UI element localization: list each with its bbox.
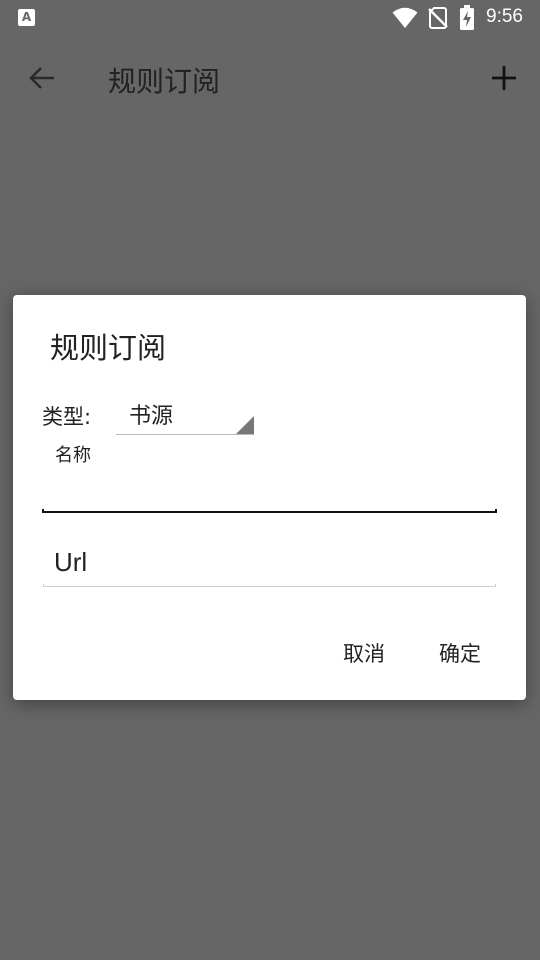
app-toolbar: 规则订阅 xyxy=(0,36,540,120)
dropdown-triangle-icon xyxy=(236,416,254,434)
clock: 9:56 xyxy=(486,6,523,27)
url-input[interactable] xyxy=(43,539,496,585)
cancel-button[interactable]: 取消 xyxy=(343,638,385,668)
add-button[interactable] xyxy=(484,58,524,98)
wifi-icon xyxy=(392,7,418,28)
battery-charging-icon xyxy=(460,5,474,30)
app-notification-icon: A xyxy=(18,9,35,26)
name-input[interactable] xyxy=(42,465,497,512)
status-bar: A 9:56 xyxy=(0,0,540,36)
dialog-title: 规则订阅 xyxy=(50,331,167,365)
url-input-underline xyxy=(43,584,496,587)
no-sim-icon xyxy=(428,7,448,29)
rule-subscription-dialog: 规则订阅 类型: 书源 名称 取消 确定 xyxy=(13,295,526,700)
confirm-button[interactable]: 确定 xyxy=(439,638,481,668)
name-input-underline xyxy=(42,509,497,513)
arrow-back-icon xyxy=(29,67,54,89)
page-title: 规则订阅 xyxy=(108,65,221,98)
name-floating-label: 名称 xyxy=(55,445,91,466)
type-label: 类型: xyxy=(42,405,92,429)
type-selected-value: 书源 xyxy=(129,404,174,429)
back-button[interactable] xyxy=(22,58,62,98)
type-spinner[interactable]: 书源 xyxy=(116,393,254,435)
plus-icon xyxy=(492,66,516,90)
